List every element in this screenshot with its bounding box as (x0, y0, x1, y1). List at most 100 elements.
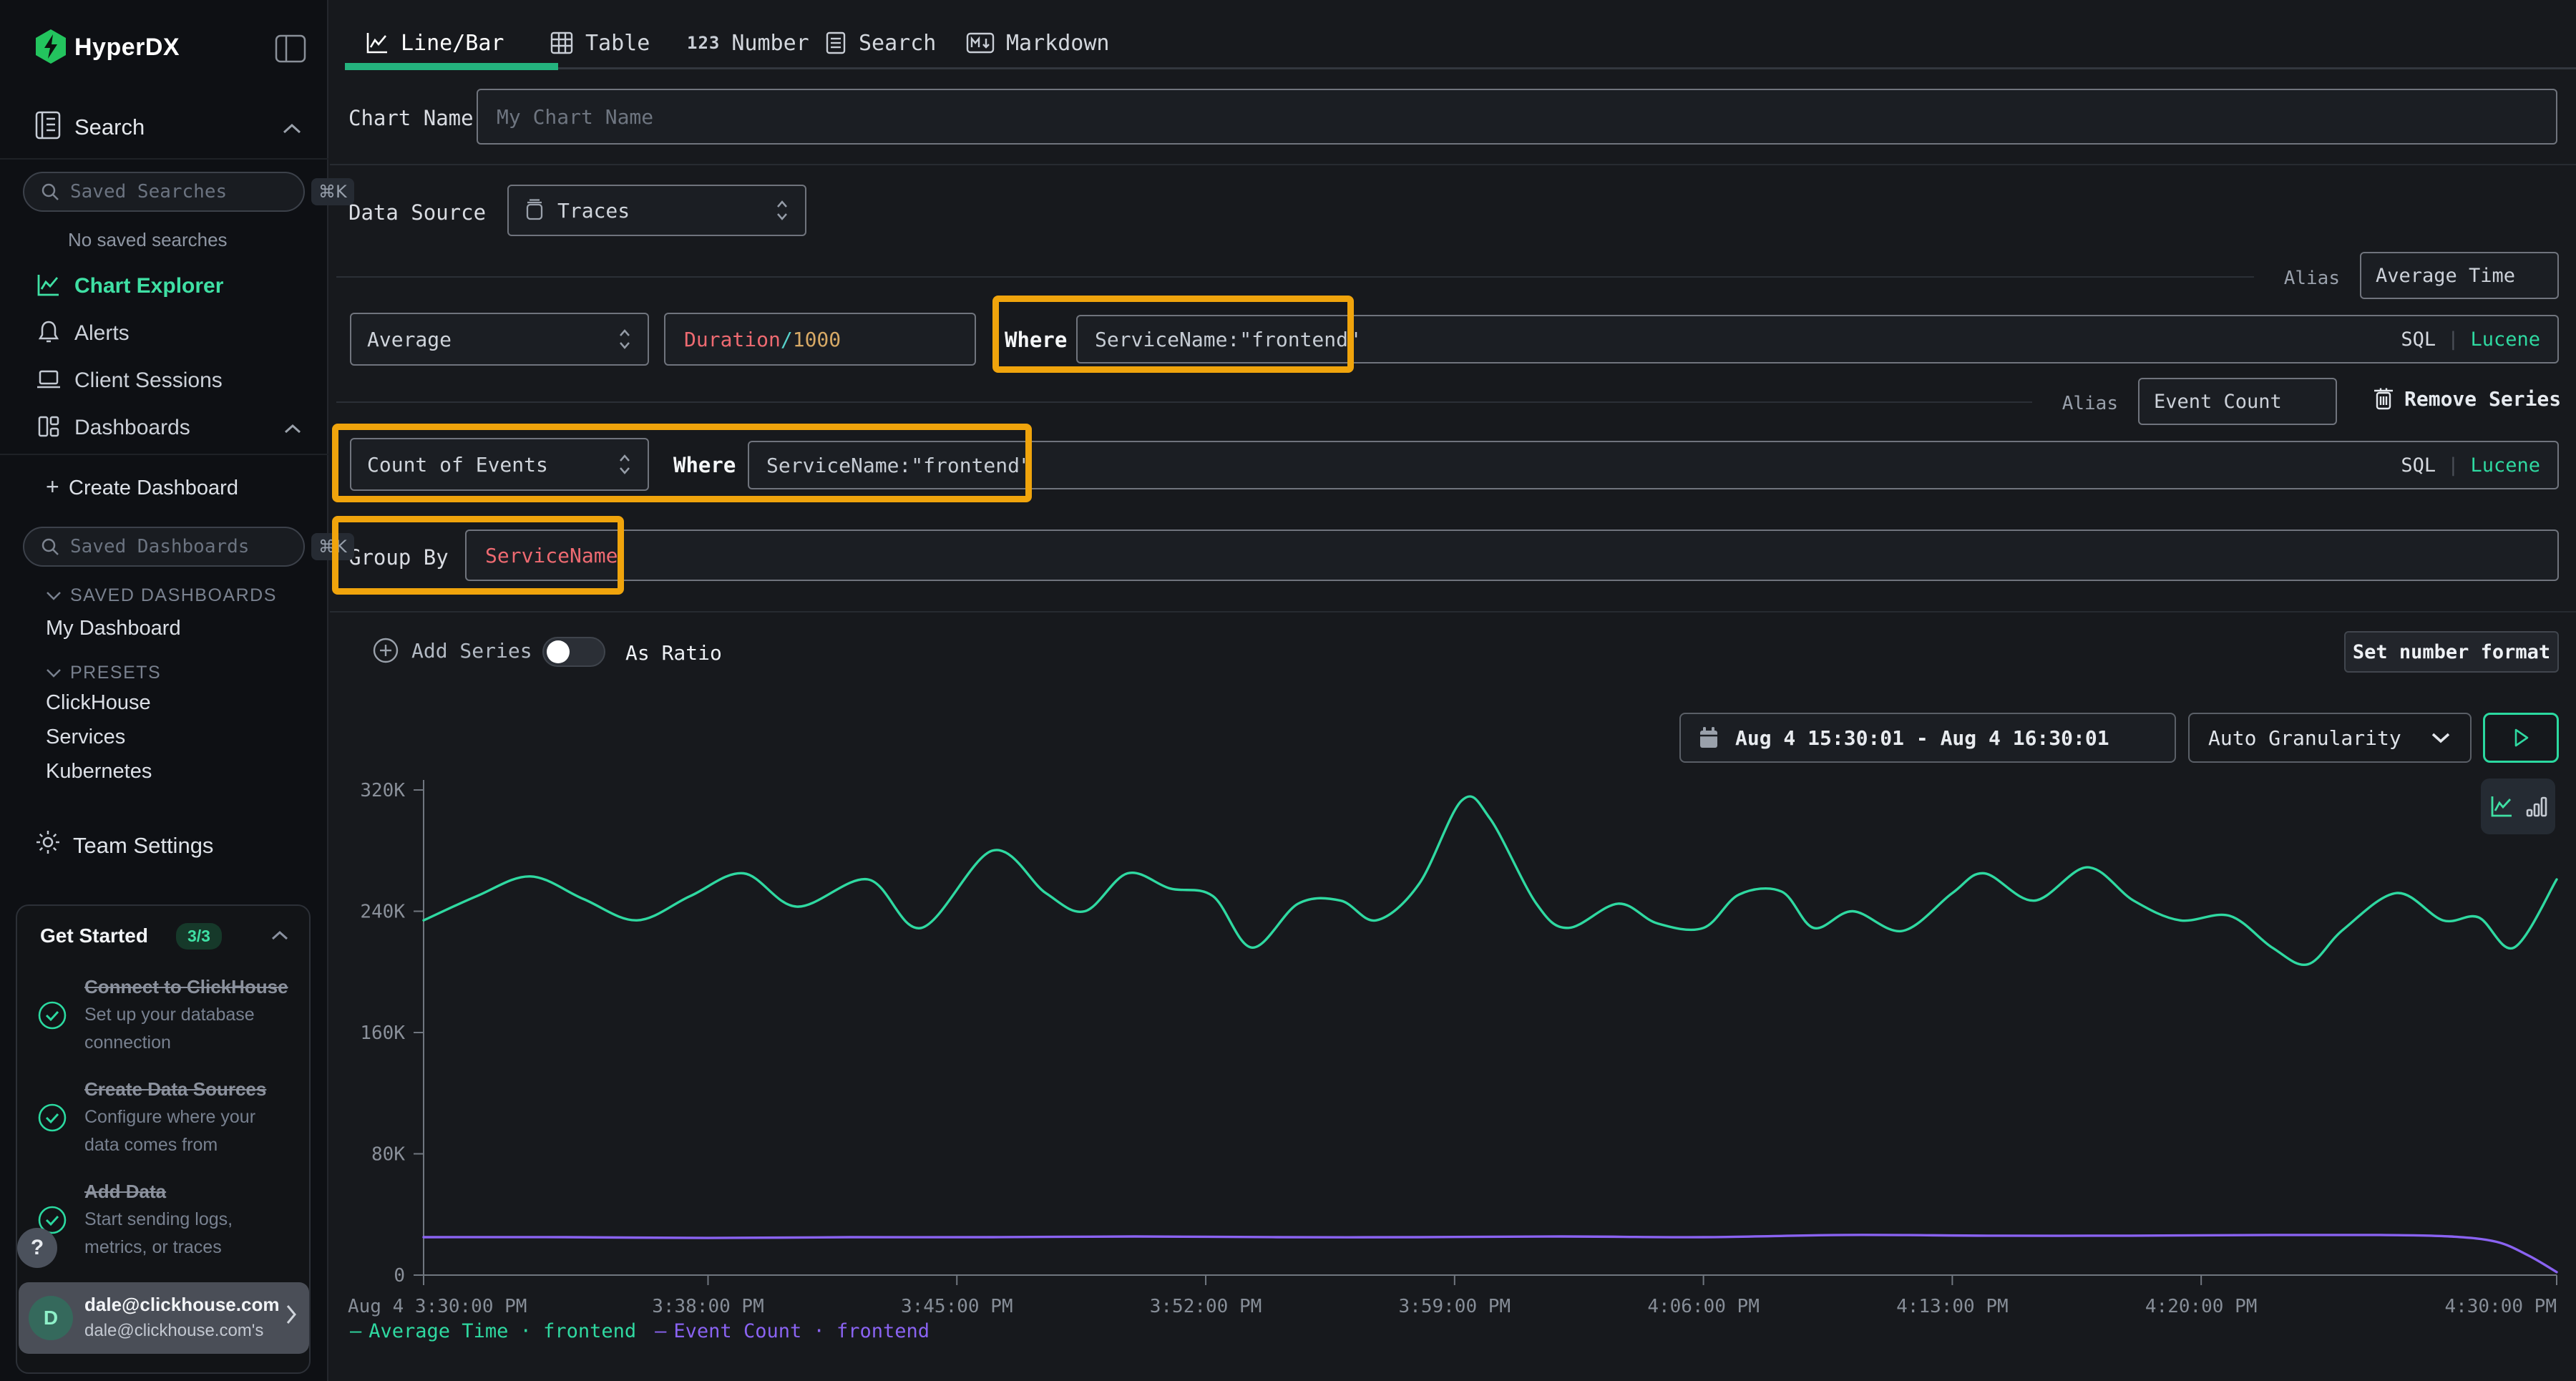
avatar: D (29, 1296, 73, 1340)
granularity-select[interactable]: Auto Granularity (2188, 713, 2472, 763)
saved-dashboards-input[interactable] (70, 536, 311, 557)
sidebar-item-kubernetes[interactable]: Kubernetes (46, 760, 152, 784)
chevron-down-icon (2430, 731, 2451, 744)
sidebar-item-label: Dashboards (74, 416, 190, 440)
get-started-item-title[interactable]: Add Data (84, 1181, 166, 1202)
get-started-item-desc: Configure where your data comes from (84, 1107, 255, 1155)
sidebar-item-client-sessions[interactable]: Client Sessions (0, 361, 328, 401)
series2-where-value: ServiceName:"frontend" (766, 454, 1032, 477)
data-source-select[interactable]: Traces (507, 185, 806, 236)
get-started-item-title[interactable]: Connect to ClickHouse (84, 976, 288, 997)
legend-dash: — (350, 1320, 361, 1342)
run-query-button[interactable] (2483, 713, 2559, 763)
sidebar-item-label: Chart Explorer (74, 274, 223, 298)
chevron-down-icon (46, 668, 62, 678)
sidebar-item-dashboards[interactable]: Dashboards (0, 408, 328, 448)
add-series-button[interactable]: Add Series (371, 636, 532, 665)
sidebar-item-chart-explorer[interactable]: Chart Explorer (0, 266, 328, 306)
tab-search[interactable]: Search (824, 27, 936, 59)
create-dashboard-button[interactable]: + Create Dashboard (0, 471, 328, 508)
svg-text:4:30:00 PM: 4:30:00 PM (2444, 1296, 2557, 1317)
chart-name-input[interactable] (477, 89, 2557, 145)
user-team: dale@clickhouse.com's (84, 1321, 263, 1341)
divider (330, 611, 2576, 613)
get-started-item-desc: Set up your database connection (84, 1005, 255, 1053)
series2-aggregation-select[interactable]: Count of Events (350, 438, 649, 491)
select-chevrons-icon (775, 198, 789, 223)
sidebar-item-my-dashboard[interactable]: My Dashboard (46, 617, 181, 640)
hyperdx-logo-icon (34, 29, 67, 64)
get-started-item-desc: Start sending logs, metrics, or traces (84, 1209, 233, 1257)
database-icon (525, 199, 545, 222)
series1-lucene-toggle[interactable]: Lucene (2470, 328, 2540, 351)
user-menu[interactable]: D dale@clickhouse.com dale@clickhouse.co… (19, 1282, 309, 1354)
divider: | (2447, 328, 2459, 351)
series1-alias-value: Average Time (2376, 265, 2515, 287)
tab-number[interactable]: 123 Number (687, 27, 809, 59)
sidebar-section-search[interactable]: Search (74, 114, 145, 140)
svg-text:3:59:00 PM: 3:59:00 PM (1399, 1296, 1511, 1317)
set-number-format-button[interactable]: Set number format (2344, 631, 2559, 673)
bell-icon (36, 319, 62, 345)
chevron-up-icon[interactable] (283, 424, 302, 434)
no-saved-searches-text: No saved searches (68, 229, 228, 251)
app-title: HyperDX (74, 34, 180, 62)
series1-field-input[interactable]: Duration/1000 (664, 313, 976, 366)
sidebar-item-team-settings[interactable]: Team Settings (73, 833, 213, 859)
alias-label: Alias (2261, 268, 2340, 289)
tab-label: Markdown (1006, 31, 1110, 56)
series2-sql-toggle[interactable]: SQL (2401, 454, 2436, 477)
help-button[interactable]: ? (17, 1228, 57, 1268)
remove-series-button[interactable]: Remove Series (2373, 386, 2561, 411)
series2-alias-input[interactable]: Event Count (2138, 378, 2337, 425)
svg-text:0: 0 (394, 1265, 405, 1287)
as-ratio-label: As Ratio (625, 641, 722, 665)
get-started-item-title[interactable]: Create Data Sources (84, 1078, 266, 1100)
data-source-label: Data Source (348, 200, 486, 225)
tab-table[interactable]: Table (550, 27, 650, 59)
document-list-icon (824, 31, 847, 55)
svg-text:4:13:00 PM: 4:13:00 PM (1896, 1296, 2009, 1317)
dashboard-grid-icon (36, 414, 62, 439)
series1-aggregation-select[interactable]: Average (350, 313, 649, 366)
series1-where-input[interactable]: ServiceName:"frontend" SQL | Lucene (1076, 315, 2559, 363)
svg-text:320K: 320K (360, 780, 405, 801)
markdown-icon (966, 32, 995, 54)
section-label: SAVED DASHBOARDS (70, 585, 277, 606)
series2-where-input[interactable]: ServiceName:"frontend" SQL | Lucene (748, 441, 2559, 489)
field-token: 1000 (793, 328, 841, 351)
gear-icon (34, 829, 62, 856)
plus-icon: + (46, 474, 59, 500)
alias-label: Alias (2039, 393, 2118, 414)
saved-searches-input[interactable] (70, 181, 311, 202)
legend-label: Event Count · frontend (673, 1320, 930, 1342)
sidebar-item-alerts[interactable]: Alerts (0, 313, 328, 353)
select-chevrons-icon (618, 327, 632, 351)
chevron-up-icon[interactable] (282, 123, 302, 135)
series1-alias-input[interactable]: Average Time (2360, 252, 2559, 299)
active-tab-underline (345, 63, 558, 70)
user-email: dale@clickhouse.com (84, 1294, 279, 1316)
get-started-item: Create Data Sources Configure where your… (37, 1075, 292, 1159)
get-started-item: Add Data Start sending logs, metrics, or… (37, 1178, 292, 1262)
sidebar-item-services[interactable]: Services (46, 726, 125, 749)
date-range-picker[interactable]: Aug 4 15:30:01 - Aug 4 16:30:01 (1679, 713, 2176, 763)
sidebar-collapse-icon[interactable] (275, 34, 306, 63)
legend-item-event-count: —Event Count · frontend (655, 1320, 930, 1342)
svg-text:4:06:00 PM: 4:06:00 PM (1647, 1296, 1760, 1317)
cmd-k-shortcut: ⌘K (311, 533, 354, 560)
tab-line-bar[interactable]: Line/Bar (365, 27, 504, 59)
group-by-input[interactable]: ServiceName (465, 530, 2559, 581)
tab-label: Line/Bar (401, 31, 504, 56)
sidebar-item-clickhouse[interactable]: ClickHouse (46, 691, 151, 715)
series1-sql-toggle[interactable]: SQL (2401, 328, 2436, 351)
add-series-label: Add Series (411, 639, 532, 663)
as-ratio-toggle[interactable] (542, 637, 605, 667)
series2-lucene-toggle[interactable]: Lucene (2470, 454, 2540, 477)
chevron-up-icon[interactable] (270, 930, 289, 941)
saved-dashboards-search[interactable]: ⌘K (23, 527, 305, 567)
get-started-item: Connect to ClickHouse Set up your databa… (37, 973, 292, 1057)
granularity-value: Auto Granularity (2208, 726, 2401, 750)
tab-markdown[interactable]: Markdown (966, 27, 1110, 59)
saved-searches-search[interactable]: ⌘K (23, 172, 305, 212)
